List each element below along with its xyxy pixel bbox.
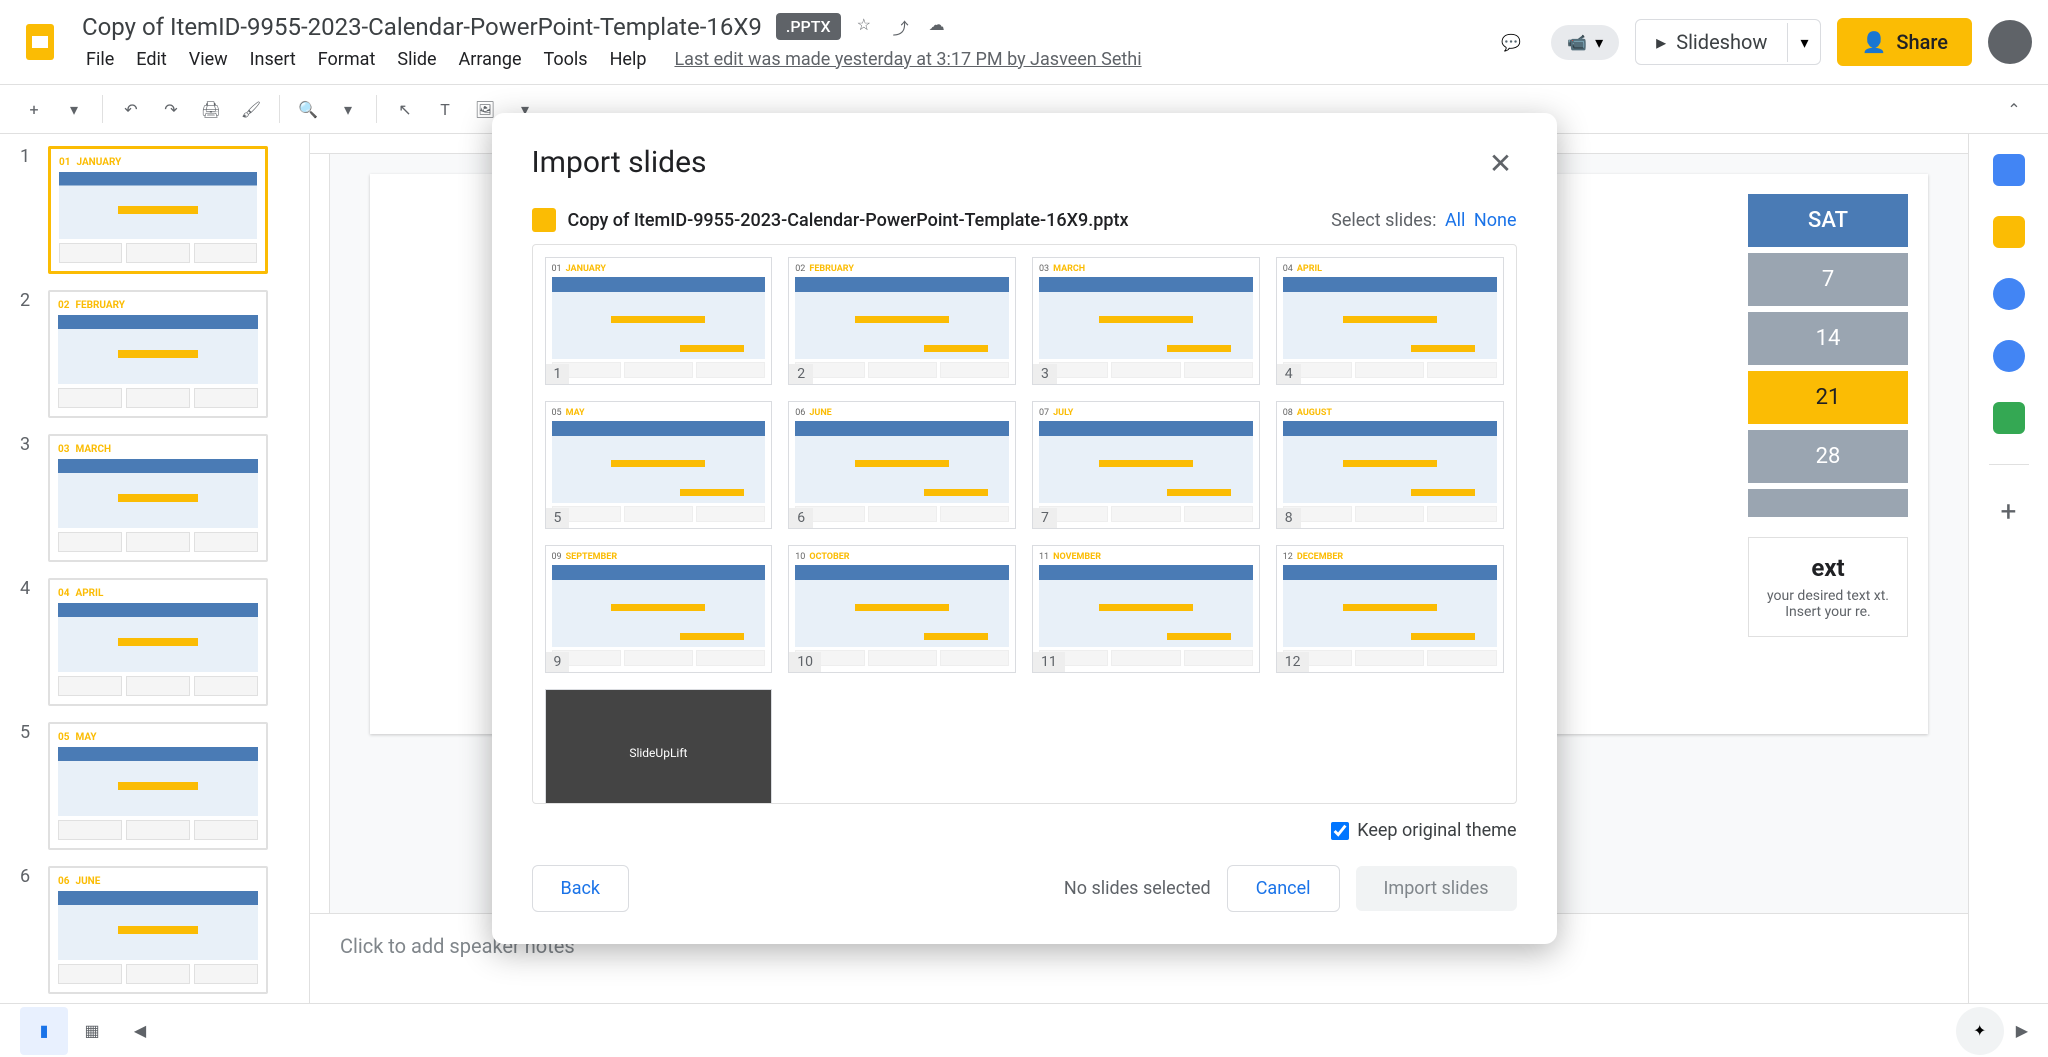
slide-index: 12 xyxy=(1277,652,1309,672)
slide-index: 5 xyxy=(546,508,570,528)
slide-index: 1 xyxy=(546,364,570,384)
slides-file-icon xyxy=(532,208,556,232)
slide-index: 4 xyxy=(1277,364,1301,384)
slide-index: 6 xyxy=(789,508,813,528)
import-slide-thumbnail[interactable]: 07JULY 7 xyxy=(1032,401,1260,529)
cancel-button[interactable]: Cancel xyxy=(1227,865,1340,912)
import-slide-thumbnail[interactable]: 06JUNE 6 xyxy=(788,401,1016,529)
select-slides-controls: Select slides: All None xyxy=(1331,210,1516,231)
slides-grid-container[interactable]: 01JANUARY 1 02FEBRUARY 2 03MARCH 3 04APR… xyxy=(532,244,1517,804)
select-slides-label: Select slides: xyxy=(1331,210,1436,231)
import-slide-thumbnail[interactable]: 05MAY 5 xyxy=(545,401,773,529)
import-slide-thumbnail[interactable]: 10OCTOBER 10 xyxy=(788,545,1016,673)
back-button[interactable]: Back xyxy=(532,865,630,912)
slide-index: 11 xyxy=(1033,652,1065,672)
import-slide-thumbnail[interactable]: SlideUpLift xyxy=(545,689,773,804)
select-all-link[interactable]: All xyxy=(1445,210,1466,231)
modal-overlay: Import slides ✕ Copy of ItemID-9955-2023… xyxy=(0,0,2048,1057)
slide-index: 7 xyxy=(1033,508,1057,528)
slide-index: 10 xyxy=(789,652,821,672)
slide-index: 3 xyxy=(1033,364,1057,384)
import-slide-thumbnail[interactable]: 01JANUARY 1 xyxy=(545,257,773,385)
close-icon[interactable]: ✕ xyxy=(1485,147,1517,179)
import-slides-button[interactable]: Import slides xyxy=(1356,866,1517,911)
keep-theme-checkbox-label[interactable]: Keep original theme xyxy=(1331,820,1516,841)
slide-index: 9 xyxy=(546,652,570,672)
import-slide-thumbnail[interactable]: 09SEPTEMBER 9 xyxy=(545,545,773,673)
dialog-title: Import slides xyxy=(532,145,707,180)
keep-theme-text: Keep original theme xyxy=(1357,820,1516,841)
slide-index: 2 xyxy=(789,364,813,384)
import-slide-thumbnail[interactable]: 02FEBRUARY 2 xyxy=(788,257,1016,385)
import-slide-thumbnail[interactable]: 04APRIL 4 xyxy=(1276,257,1504,385)
file-name: Copy of ItemID-9955-2023-Calendar-PowerP… xyxy=(568,210,1129,231)
dark-slide-label: SlideUpLift xyxy=(629,746,687,760)
selection-status: No slides selected xyxy=(1064,878,1211,899)
import-slide-thumbnail[interactable]: 12DECEMBER 12 xyxy=(1276,545,1504,673)
slide-index: 8 xyxy=(1277,508,1301,528)
import-slide-thumbnail[interactable]: 08AUGUST 8 xyxy=(1276,401,1504,529)
import-slide-thumbnail[interactable]: 03MARCH 3 xyxy=(1032,257,1260,385)
import-slides-dialog: Import slides ✕ Copy of ItemID-9955-2023… xyxy=(492,113,1557,944)
keep-theme-checkbox[interactable] xyxy=(1331,822,1349,840)
select-none-link[interactable]: None xyxy=(1474,210,1517,231)
import-slide-thumbnail[interactable]: 11NOVEMBER 11 xyxy=(1032,545,1260,673)
